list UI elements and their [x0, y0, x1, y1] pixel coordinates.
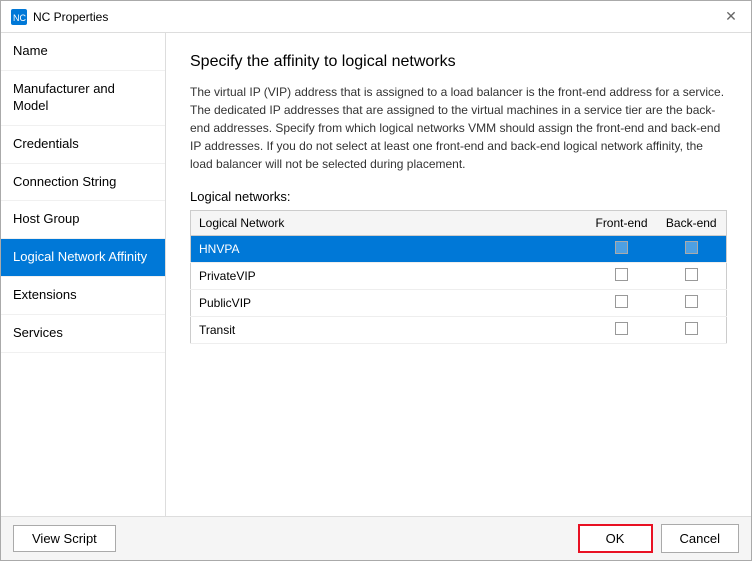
- logical-networks-table: Logical Network Front-end Back-end HNVPA…: [190, 210, 727, 344]
- sidebar-item-name[interactable]: Name: [1, 33, 165, 71]
- table-row[interactable]: PrivateVIP: [191, 263, 727, 290]
- table-header-row: Logical Network Front-end Back-end: [191, 211, 727, 236]
- content-title: Specify the affinity to logical networks: [190, 53, 727, 71]
- col-frontend: Front-end: [587, 211, 657, 236]
- footer-right: OK Cancel: [578, 524, 739, 553]
- table-row[interactable]: Transit: [191, 317, 727, 344]
- network-name-cell: PublicVIP: [191, 290, 587, 317]
- sidebar-item-logical-network-affinity[interactable]: Logical Network Affinity: [1, 239, 165, 277]
- sidebar-item-connection-string[interactable]: Connection String: [1, 164, 165, 202]
- table-row[interactable]: HNVPA: [191, 236, 727, 263]
- network-name-cell: HNVPA: [191, 236, 587, 263]
- frontend-checkbox-cell[interactable]: [587, 290, 657, 317]
- title-bar: NC NC Properties ✕: [1, 1, 751, 33]
- dialog-title: NC Properties: [33, 10, 108, 24]
- content-description: The virtual IP (VIP) address that is ass…: [190, 83, 727, 173]
- nc-icon: NC: [11, 9, 27, 25]
- backend-checkbox-cell[interactable]: [657, 290, 727, 317]
- col-backend: Back-end: [657, 211, 727, 236]
- main-content: Name Manufacturer and Model Credentials …: [1, 33, 751, 516]
- backend-checkbox-cell[interactable]: [657, 236, 727, 263]
- frontend-checkbox-cell[interactable]: [587, 317, 657, 344]
- view-script-button[interactable]: View Script: [13, 525, 116, 552]
- content-area: Specify the affinity to logical networks…: [166, 33, 751, 516]
- sidebar-item-host-group[interactable]: Host Group: [1, 201, 165, 239]
- footer: View Script OK Cancel: [1, 516, 751, 560]
- sidebar-item-credentials[interactable]: Credentials: [1, 126, 165, 164]
- backend-checkbox-cell[interactable]: [657, 317, 727, 344]
- table-row[interactable]: PublicVIP: [191, 290, 727, 317]
- frontend-checkbox-cell[interactable]: [587, 263, 657, 290]
- network-name-cell: PrivateVIP: [191, 263, 587, 290]
- close-button[interactable]: ✕: [721, 7, 741, 27]
- ok-button[interactable]: OK: [578, 524, 653, 553]
- footer-left: View Script: [13, 525, 116, 552]
- frontend-checkbox-cell[interactable]: [587, 236, 657, 263]
- backend-checkbox-cell[interactable]: [657, 263, 727, 290]
- title-bar-left: NC NC Properties: [11, 9, 108, 25]
- col-logical-network: Logical Network: [191, 211, 587, 236]
- sidebar-item-services[interactable]: Services: [1, 315, 165, 353]
- table-label: Logical networks:: [190, 189, 727, 204]
- sidebar-item-extensions[interactable]: Extensions: [1, 277, 165, 315]
- sidebar-item-manufacturer[interactable]: Manufacturer and Model: [1, 71, 165, 126]
- svg-text:NC: NC: [13, 13, 26, 23]
- nc-properties-dialog: NC NC Properties ✕ Name Manufacturer and…: [0, 0, 752, 561]
- sidebar: Name Manufacturer and Model Credentials …: [1, 33, 166, 516]
- cancel-button[interactable]: Cancel: [661, 524, 739, 553]
- network-name-cell: Transit: [191, 317, 587, 344]
